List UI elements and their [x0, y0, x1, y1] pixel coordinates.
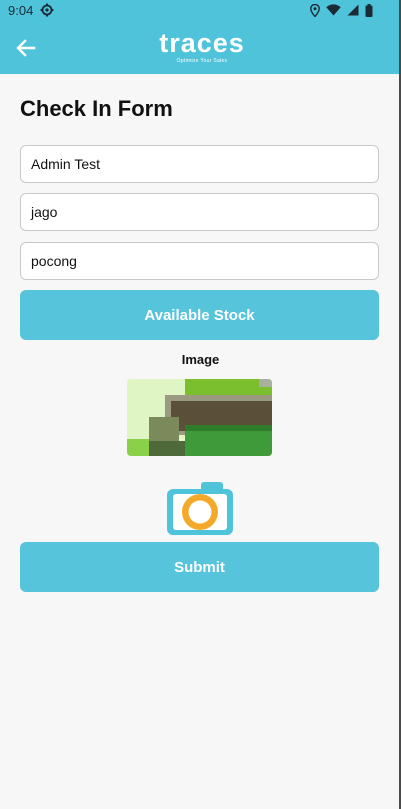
- status-icons: [310, 3, 373, 17]
- check-in-screen: 9:04 traces Optimize Your Sales Check In…: [0, 0, 401, 809]
- app-bar: traces Optimize Your Sales: [0, 22, 401, 74]
- arrow-left-icon[interactable]: [14, 36, 38, 60]
- page-title: Check In Form: [20, 96, 173, 121]
- brand-name: traces: [159, 28, 245, 58]
- name-field[interactable]: Admin Test: [20, 145, 379, 183]
- store-field[interactable]: jago: [20, 193, 379, 231]
- location-icon: [310, 3, 320, 17]
- brand-logo: traces Optimize Your Sales: [152, 28, 252, 68]
- notes-field[interactable]: pocong: [20, 242, 379, 280]
- status-time: 9:04: [8, 3, 34, 18]
- brand-tagline: Optimize Your Sales: [176, 58, 228, 64]
- wifi-icon: [326, 4, 341, 16]
- gear-icon: [40, 3, 54, 17]
- battery-icon: [365, 3, 373, 17]
- available-stock-button[interactable]: Available Stock: [20, 290, 379, 340]
- signal-icon: [347, 4, 359, 16]
- image-label: Image: [181, 352, 220, 367]
- status-bar: 9:04: [0, 0, 401, 22]
- submit-button[interactable]: Submit: [20, 542, 379, 592]
- camera-icon[interactable]: [165, 480, 235, 536]
- image-preview: [127, 379, 272, 456]
